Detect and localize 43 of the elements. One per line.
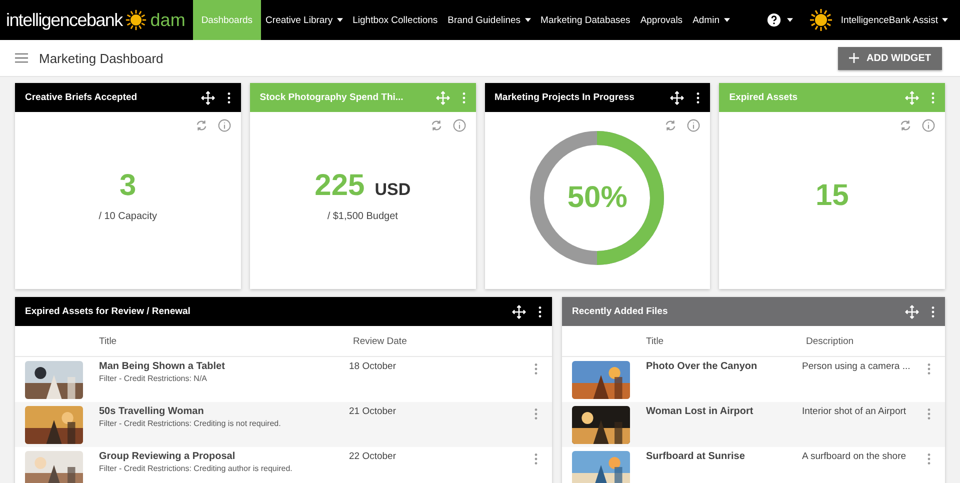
logo-text: intelligencebank	[6, 10, 122, 30]
widget-title: Creative Briefs Accepted	[25, 92, 138, 103]
nav-tab[interactable]: Brand Guidelines	[442, 0, 536, 40]
stat-caption: / 10 Capacity	[98, 211, 158, 222]
table-cell-text: Interior shot of an Airport	[802, 406, 908, 417]
nav-tab[interactable]: Approvals	[635, 0, 688, 40]
asset-subtitle: Filter - Credit Restrictions: Crediting is not required.	[99, 419, 282, 428]
widget-title: Marketing Projects In Progress	[494, 92, 636, 103]
user-menu[interactable]: IntelligenceBank Assist	[838, 14, 950, 26]
column-header: Title	[645, 336, 665, 346]
asset-title[interactable]: Photo Over the Canyon	[646, 361, 792, 372]
asset-title[interactable]: Group Reviewing a Proposal	[99, 451, 339, 462]
stat-value: 225	[314, 169, 365, 203]
widget-title: Stock Photography Spend Thi...	[260, 92, 404, 103]
nav-tab[interactable]: Admin	[688, 0, 734, 40]
asset-title[interactable]: 50s Travelling Woman	[99, 406, 339, 417]
donut-value: 50%	[567, 181, 628, 215]
table-cell-text: Person using a camera ...	[802, 361, 912, 372]
column-header: Title	[98, 336, 118, 346]
column-header: Review Date	[352, 336, 408, 346]
nav-tab[interactable]: Creative Library	[260, 0, 348, 40]
stat-value: 3	[120, 169, 136, 203]
asset-title[interactable]: Surfboard at Sunrise	[646, 451, 792, 462]
table-cell-text: 22 October	[349, 451, 397, 462]
stat-unit: USD	[374, 180, 411, 200]
widget-title: Recently Added Files	[572, 306, 669, 317]
logo-text: dam	[150, 10, 186, 30]
stat-caption: / $1,500 Budget	[327, 211, 398, 222]
nav-tab[interactable]: Lightbox Collections	[348, 0, 443, 40]
table-cell-text: 21 October	[349, 406, 397, 417]
asset-title[interactable]: Woman Lost in Airport	[646, 406, 792, 417]
asset-subtitle: Filter - Credit Restrictions: N/A	[99, 374, 208, 383]
widget-title: Expired Assets for Review / Renewal	[25, 306, 192, 317]
widget-title: Expired Assets	[729, 92, 799, 103]
column-header: Description	[805, 336, 855, 346]
nav-tab[interactable]: Marketing Databases	[536, 0, 636, 40]
stat-value: 15	[815, 178, 849, 212]
table-cell-text: 18 October	[349, 361, 397, 372]
page-title: Marketing Dashboard	[39, 50, 164, 66]
asset-title[interactable]: Man Being Shown a Tablet	[99, 361, 339, 372]
add-widget-button[interactable]: ADD WIDGET	[838, 46, 942, 70]
asset-subtitle: Filter - Credit Restrictions: Crediting author is required.	[99, 464, 294, 473]
table-cell-text: A surfboard on the shore	[802, 451, 908, 462]
